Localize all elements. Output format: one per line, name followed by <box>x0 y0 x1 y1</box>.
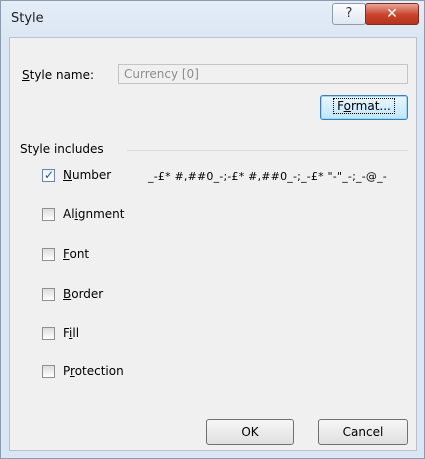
title-bar: Style ? ✕ <box>1 1 424 35</box>
close-icon: ✕ <box>386 6 398 22</box>
protection-label: Protection <box>63 364 124 378</box>
border-label: Border <box>63 287 104 301</box>
cancel-button[interactable]: Cancel <box>318 419 408 445</box>
fill-checkbox[interactable] <box>42 327 55 340</box>
style-dialog: Style ? ✕ Style name: Format... Style in… <box>0 0 425 459</box>
style-includes-title: Style includes <box>20 142 104 156</box>
number-format-value: _-£* #,##0_-;-£* #,##0_-;_-£* "-"_-;_-@_… <box>148 170 387 183</box>
group-divider <box>127 150 408 151</box>
ok-button[interactable]: OK <box>206 419 294 445</box>
dialog-body: Style name: Format... Style includes ✓ N… <box>9 37 417 451</box>
number-checkbox[interactable]: ✓ <box>42 168 55 182</box>
alignment-label: Alignment <box>63 207 125 221</box>
border-checkbox[interactable] <box>42 288 55 301</box>
style-name-input[interactable] <box>118 64 408 84</box>
number-label: Number <box>63 168 112 182</box>
style-name-label: Style name: <box>22 68 95 82</box>
checkmark-icon: ✓ <box>44 168 55 182</box>
protection-checkbox[interactable] <box>42 365 55 378</box>
dialog-title: Style <box>11 11 44 26</box>
font-label: Font <box>63 247 90 261</box>
font-checkbox[interactable] <box>42 248 55 261</box>
alignment-checkbox[interactable] <box>42 208 55 221</box>
help-icon: ? <box>345 6 353 21</box>
close-button[interactable]: ✕ <box>365 3 419 25</box>
help-button[interactable]: ? <box>332 3 366 25</box>
format-button[interactable]: Format... <box>320 95 408 120</box>
fill-label: Fill <box>63 326 80 340</box>
